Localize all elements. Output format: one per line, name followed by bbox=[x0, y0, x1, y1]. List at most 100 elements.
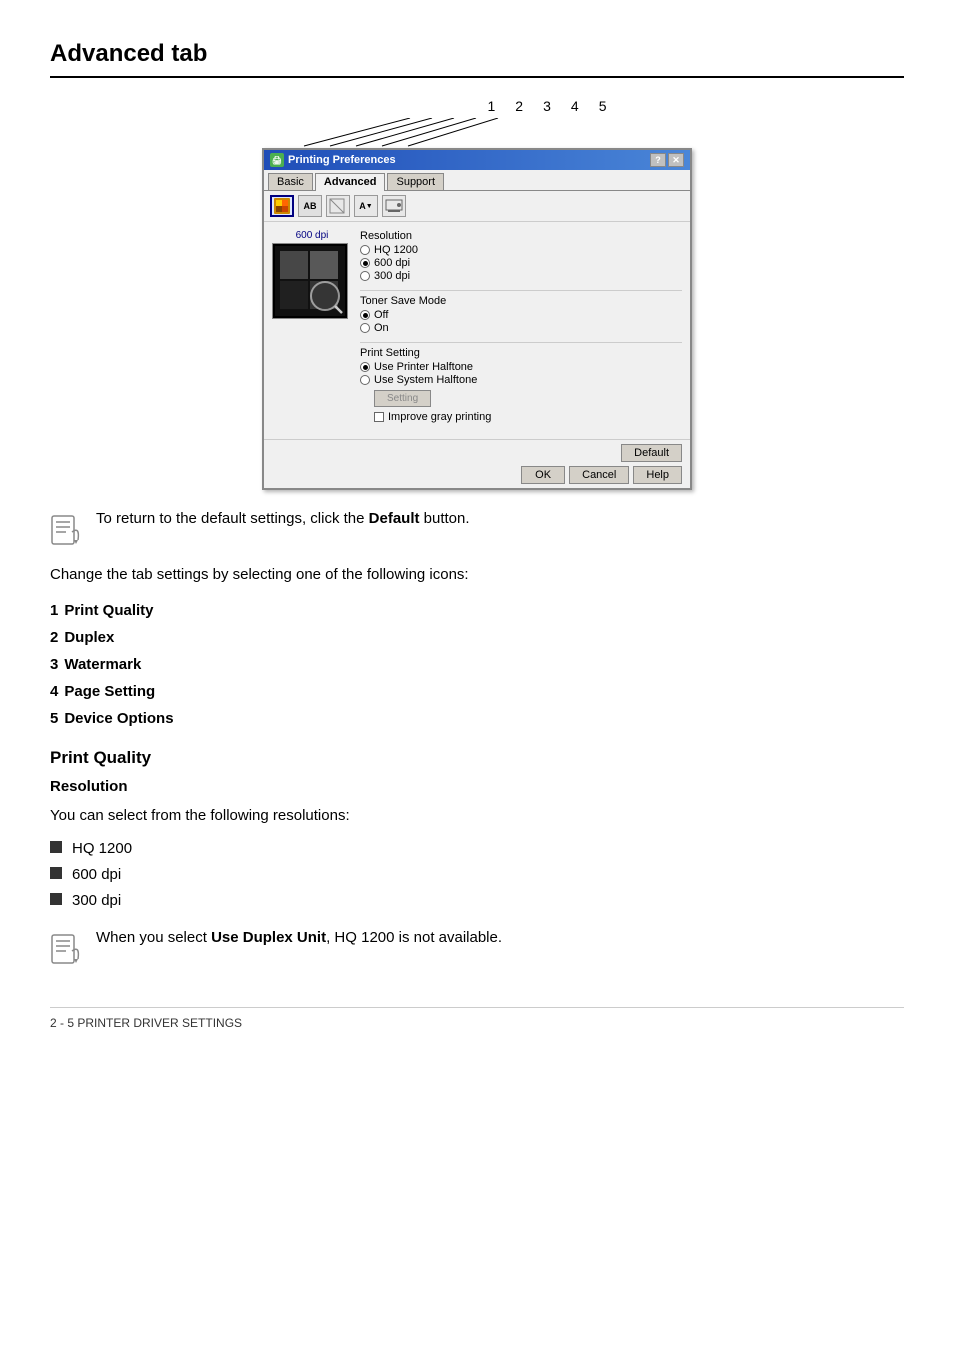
note-icon-1 bbox=[50, 512, 86, 548]
dialog-window: 🖨 Printing Preferences ? ✕ Basic Advance… bbox=[262, 148, 692, 490]
tab-advanced[interactable]: Advanced bbox=[315, 173, 386, 191]
radio-toner-off[interactable] bbox=[360, 310, 370, 320]
default-button[interactable]: Default bbox=[621, 444, 682, 462]
cancel-button[interactable]: Cancel bbox=[569, 466, 629, 484]
page-title: Advanced tab bbox=[50, 40, 904, 68]
bullet-600dpi bbox=[50, 867, 62, 879]
setting-button[interactable]: Setting bbox=[374, 390, 431, 407]
print-setting-options: Use Printer Halftone Use System Halftone bbox=[360, 361, 682, 386]
toner-on[interactable]: On bbox=[360, 322, 682, 334]
item-label-4: Page Setting bbox=[64, 678, 155, 705]
toolbar-icon-device-options[interactable] bbox=[382, 195, 406, 217]
item-label-1: Print Quality bbox=[64, 597, 153, 624]
pointer-lines bbox=[262, 118, 692, 148]
help-button[interactable]: Help bbox=[633, 466, 682, 484]
resolution-intro: You can select from the following resolu… bbox=[50, 805, 904, 828]
item-num-3: 3 bbox=[50, 651, 58, 678]
use-system-halftone[interactable]: Use System Halftone bbox=[360, 374, 682, 386]
toolbar-icon-watermark[interactable] bbox=[326, 195, 350, 217]
resolution-item-hq1200: HQ 1200 bbox=[50, 837, 904, 861]
note-icon-2 bbox=[50, 931, 86, 967]
diagram-area: 1 2 3 4 5 🖨 Printing Preferences bbox=[50, 98, 904, 490]
list-item-1: 1 Print Quality bbox=[50, 597, 904, 624]
dialog-preview: 600 dpi bbox=[272, 230, 352, 431]
toner-off[interactable]: Off bbox=[360, 309, 682, 321]
tab-basic[interactable]: Basic bbox=[268, 173, 313, 190]
number-label-3: 3 bbox=[543, 98, 551, 114]
note1: To return to the default settings, click… bbox=[50, 510, 904, 548]
toolbar-icon-duplex[interactable]: AB bbox=[298, 195, 322, 217]
resolution-600dpi[interactable]: 600 dpi bbox=[360, 257, 682, 269]
list-item-2: 2 Duplex bbox=[50, 624, 904, 651]
resolution-300dpi-text: 300 dpi bbox=[72, 889, 121, 913]
dialog-footer: Default OK Cancel Help bbox=[264, 439, 690, 488]
number-label-5: 5 bbox=[599, 98, 607, 114]
number-labels-row: 1 2 3 4 5 bbox=[262, 98, 692, 114]
dialog-settings: Resolution HQ 1200 600 dpi bbox=[360, 230, 682, 431]
resolution-hq1200-label: HQ 1200 bbox=[374, 244, 418, 256]
resolution-hq1200-text: HQ 1200 bbox=[72, 837, 132, 861]
resolution-hq1200[interactable]: HQ 1200 bbox=[360, 244, 682, 256]
tab-support[interactable]: Support bbox=[387, 173, 444, 190]
page-footer: 2 - 5 PRINTER DRIVER SETTINGS bbox=[50, 1007, 904, 1030]
resolution-options: HQ 1200 600 dpi 300 dpi bbox=[360, 244, 682, 282]
print-setting-row: Print Setting Use Printer Halftone Use S… bbox=[360, 347, 682, 423]
ok-button[interactable]: OK bbox=[521, 466, 565, 484]
toner-save-row: Toner Save Mode Off On bbox=[360, 295, 682, 334]
printer-halftone-label: Use Printer Halftone bbox=[374, 361, 473, 373]
number-label-4: 4 bbox=[571, 98, 579, 114]
resolution-label: Resolution bbox=[360, 230, 682, 242]
list-item-4: 4 Page Setting bbox=[50, 678, 904, 705]
toner-on-label: On bbox=[374, 322, 389, 334]
footer-buttons: OK Cancel Help bbox=[272, 466, 682, 484]
improve-gray-row: Improve gray printing bbox=[374, 411, 682, 423]
resolution-item-300dpi: 300 dpi bbox=[50, 889, 904, 913]
resolution-list: HQ 1200 600 dpi 300 dpi bbox=[50, 837, 904, 913]
dialog-toolbar: AB A▼ bbox=[264, 191, 690, 222]
item-label-2: Duplex bbox=[64, 624, 114, 651]
note1-text: To return to the default settings, click… bbox=[96, 510, 470, 527]
dialog-content: 600 dpi bbox=[264, 222, 690, 439]
dialog-title-text: Printing Preferences bbox=[288, 154, 396, 166]
footer-text: 2 - 5 PRINTER DRIVER SETTINGS bbox=[50, 1016, 242, 1030]
number-label-2: 2 bbox=[515, 98, 523, 114]
resolution-300dpi-label: 300 dpi bbox=[374, 270, 410, 282]
radio-300dpi[interactable] bbox=[360, 271, 370, 281]
radio-hq1200[interactable] bbox=[360, 245, 370, 255]
dialog-titlebar: 🖨 Printing Preferences ? ✕ bbox=[264, 150, 690, 170]
item-num-1: 1 bbox=[50, 597, 58, 624]
resolution-300dpi[interactable]: 300 dpi bbox=[360, 270, 682, 282]
titlebar-left: 🖨 Printing Preferences bbox=[270, 153, 396, 167]
item-num-4: 4 bbox=[50, 678, 58, 705]
number-label-1: 1 bbox=[488, 98, 496, 114]
bullet-300dpi bbox=[50, 893, 62, 905]
resolution-item-600dpi: 600 dpi bbox=[50, 863, 904, 887]
intro-text: Change the tab settings by selecting one… bbox=[50, 564, 904, 587]
preview-label: 600 dpi bbox=[272, 230, 352, 241]
toner-off-label: Off bbox=[374, 309, 388, 321]
dialog-tabs: Basic Advanced Support bbox=[264, 170, 690, 191]
item-label-5: Device Options bbox=[64, 705, 173, 732]
radio-printer-halftone[interactable] bbox=[360, 362, 370, 372]
use-printer-halftone[interactable]: Use Printer Halftone bbox=[360, 361, 682, 373]
item-num-5: 5 bbox=[50, 705, 58, 732]
system-halftone-label: Use System Halftone bbox=[374, 374, 477, 386]
setting-divider-2 bbox=[360, 342, 682, 343]
radio-600dpi[interactable] bbox=[360, 258, 370, 268]
toolbar-icon-print-quality[interactable] bbox=[270, 195, 294, 217]
dialog-app-icon: 🖨 bbox=[270, 153, 284, 167]
radio-system-halftone[interactable] bbox=[360, 375, 370, 385]
default-btn-row: Default bbox=[272, 444, 682, 462]
setting-divider-1 bbox=[360, 290, 682, 291]
resolution-600dpi-text: 600 dpi bbox=[72, 863, 121, 887]
radio-toner-on[interactable] bbox=[360, 323, 370, 333]
improve-gray-checkbox[interactable] bbox=[374, 412, 384, 422]
close-titlebar-btn[interactable]: ✕ bbox=[668, 153, 684, 167]
icon-list: 1 Print Quality 2 Duplex 3 Watermark 4 P… bbox=[50, 597, 904, 732]
bullet-hq1200 bbox=[50, 841, 62, 853]
print-quality-heading: Print Quality bbox=[50, 748, 904, 768]
list-item-3: 3 Watermark bbox=[50, 651, 904, 678]
item-num-2: 2 bbox=[50, 624, 58, 651]
toolbar-icon-page-setting[interactable]: A▼ bbox=[354, 195, 378, 217]
help-titlebar-btn[interactable]: ? bbox=[650, 153, 666, 167]
